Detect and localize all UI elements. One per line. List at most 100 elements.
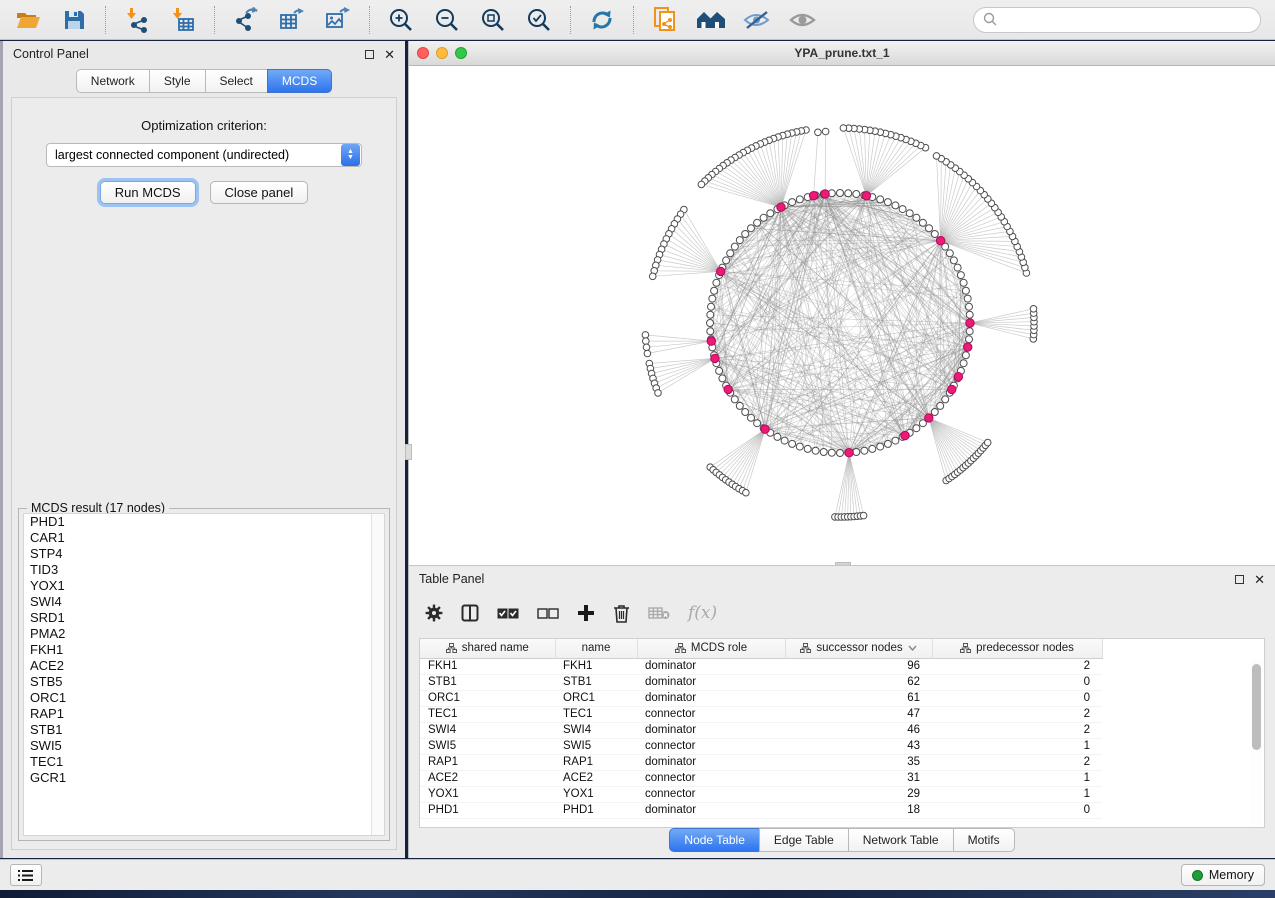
column-header-mcds-role[interactable]: MCDS role xyxy=(637,639,785,658)
table-cell[interactable]: 2 xyxy=(932,754,1102,770)
graph-leaf-node[interactable] xyxy=(933,153,940,160)
graph-node[interactable] xyxy=(884,440,891,447)
table-cell[interactable]: 2 xyxy=(932,722,1102,738)
table-tab-edge-table[interactable]: Edge Table xyxy=(759,828,848,852)
table-cell[interactable]: 2 xyxy=(932,706,1102,722)
mcds-result-item[interactable]: SRD1 xyxy=(24,610,384,626)
graph-node[interactable] xyxy=(919,219,926,226)
graph-node[interactable] xyxy=(711,287,718,294)
graph-hub-node[interactable] xyxy=(862,192,870,200)
export-image-icon[interactable] xyxy=(318,4,358,36)
graph-node[interactable] xyxy=(707,328,714,335)
table-cell[interactable]: ORC1 xyxy=(555,690,637,706)
column-header-predecessor-nodes[interactable]: predecessor nodes xyxy=(932,639,1102,658)
graph-node[interactable] xyxy=(713,279,720,286)
hide-selected-eye-icon[interactable] xyxy=(737,4,777,36)
graph-node[interactable] xyxy=(962,287,969,294)
graph-node[interactable] xyxy=(767,210,774,217)
close-table-panel-icon[interactable]: ✕ xyxy=(1254,575,1265,584)
mcds-result-item[interactable]: RAP1 xyxy=(24,706,384,722)
mcds-result-item[interactable]: ORC1 xyxy=(24,690,384,706)
table-cell[interactable]: 0 xyxy=(932,690,1102,706)
graph-hub-node[interactable] xyxy=(761,425,769,433)
graph-node[interactable] xyxy=(742,231,749,238)
column-header-name[interactable]: name xyxy=(555,639,637,658)
table-cell[interactable]: SWI4 xyxy=(555,722,637,738)
mcds-result-item[interactable]: YOX1 xyxy=(24,578,384,594)
float-panel-icon[interactable] xyxy=(365,50,374,59)
zoom-in-icon[interactable] xyxy=(381,4,421,36)
graph-node[interactable] xyxy=(966,336,973,343)
graph-node[interactable] xyxy=(913,425,920,432)
table-cell[interactable]: YOX1 xyxy=(420,786,555,802)
graph-leaf-node[interactable] xyxy=(840,125,847,132)
graph-hub-node[interactable] xyxy=(966,319,974,327)
table-cell[interactable]: connector xyxy=(637,786,785,802)
graph-leaf-node[interactable] xyxy=(643,344,650,351)
graph-node[interactable] xyxy=(966,303,973,310)
table-row[interactable]: ORC1ORC1dominator610 xyxy=(420,690,1102,706)
tab-style[interactable]: Style xyxy=(149,69,205,93)
table-scrollbar[interactable] xyxy=(1251,660,1262,825)
mcds-result-item[interactable]: STB1 xyxy=(24,722,384,738)
table-cell[interactable]: STB1 xyxy=(555,674,637,690)
task-history-button[interactable] xyxy=(10,864,42,886)
table-cell[interactable]: 47 xyxy=(785,706,932,722)
graph-node[interactable] xyxy=(828,449,835,456)
mcds-result-item[interactable]: GCR1 xyxy=(24,770,384,786)
table-cell[interactable]: 29 xyxy=(785,786,932,802)
graph-hub-node[interactable] xyxy=(936,237,944,245)
table-cell[interactable]: 1 xyxy=(932,738,1102,754)
graph-node[interactable] xyxy=(950,257,957,264)
table-tab-network-table[interactable]: Network Table xyxy=(848,828,953,852)
graph-leaf-node[interactable] xyxy=(698,181,705,188)
column-header-successor-nodes[interactable]: successor nodes xyxy=(785,639,932,658)
tab-network[interactable]: Network xyxy=(76,69,149,93)
graph-node[interactable] xyxy=(913,214,920,221)
graph-node[interactable] xyxy=(954,264,961,271)
table-cell[interactable]: SWI4 xyxy=(420,722,555,738)
graph-leaf-node[interactable] xyxy=(643,338,650,345)
graph-hub-node[interactable] xyxy=(821,190,829,198)
graph-leaf-node[interactable] xyxy=(860,512,867,519)
graph-node[interactable] xyxy=(719,375,726,382)
select-all-icon[interactable] xyxy=(497,607,519,620)
graph-hub-node[interactable] xyxy=(717,267,725,275)
graph-node[interactable] xyxy=(812,447,819,454)
graph-node[interactable] xyxy=(957,272,964,279)
search-field[interactable] xyxy=(973,7,1261,33)
table-row[interactable]: TEC1TEC1connector472 xyxy=(420,706,1102,722)
graph-leaf-node[interactable] xyxy=(743,489,750,496)
graph-hub-node[interactable] xyxy=(901,431,909,439)
table-cell[interactable]: PHD1 xyxy=(555,802,637,818)
window-close-icon[interactable] xyxy=(417,47,429,59)
graph-node[interactable] xyxy=(877,443,884,450)
split-panel-icon[interactable] xyxy=(461,604,479,622)
table-cell[interactable]: TEC1 xyxy=(555,706,637,722)
table-cell[interactable]: TEC1 xyxy=(420,706,555,722)
table-cell[interactable]: 46 xyxy=(785,722,932,738)
table-cell[interactable]: 1 xyxy=(932,770,1102,786)
mcds-result-item[interactable]: SWI5 xyxy=(24,738,384,754)
mcds-result-item[interactable]: STP4 xyxy=(24,546,384,562)
result-list-scrollbar[interactable] xyxy=(371,514,384,835)
table-cell[interactable]: RAP1 xyxy=(555,754,637,770)
criterion-dropdown[interactable]: largest connected component (undirected)… xyxy=(46,143,362,167)
delete-column-trash-icon[interactable] xyxy=(613,604,630,623)
graph-hub-node[interactable] xyxy=(724,385,732,393)
mcds-result-item[interactable]: FKH1 xyxy=(24,642,384,658)
table-cell[interactable]: dominator xyxy=(637,802,785,818)
graph-node[interactable] xyxy=(748,414,755,421)
graph-leaf-node[interactable] xyxy=(815,129,822,136)
table-cell[interactable]: 43 xyxy=(785,738,932,754)
unselect-all-icon[interactable] xyxy=(537,607,559,620)
graph-node[interactable] xyxy=(723,257,730,264)
graph-node[interactable] xyxy=(946,250,953,257)
zoom-fit-icon[interactable] xyxy=(473,4,513,36)
table-cell[interactable]: connector xyxy=(637,770,785,786)
graph-node[interactable] xyxy=(931,409,938,416)
graph-node[interactable] xyxy=(774,433,781,440)
graph-node[interactable] xyxy=(731,243,738,250)
table-cell[interactable]: ACE2 xyxy=(555,770,637,786)
zoom-out-icon[interactable] xyxy=(427,4,467,36)
